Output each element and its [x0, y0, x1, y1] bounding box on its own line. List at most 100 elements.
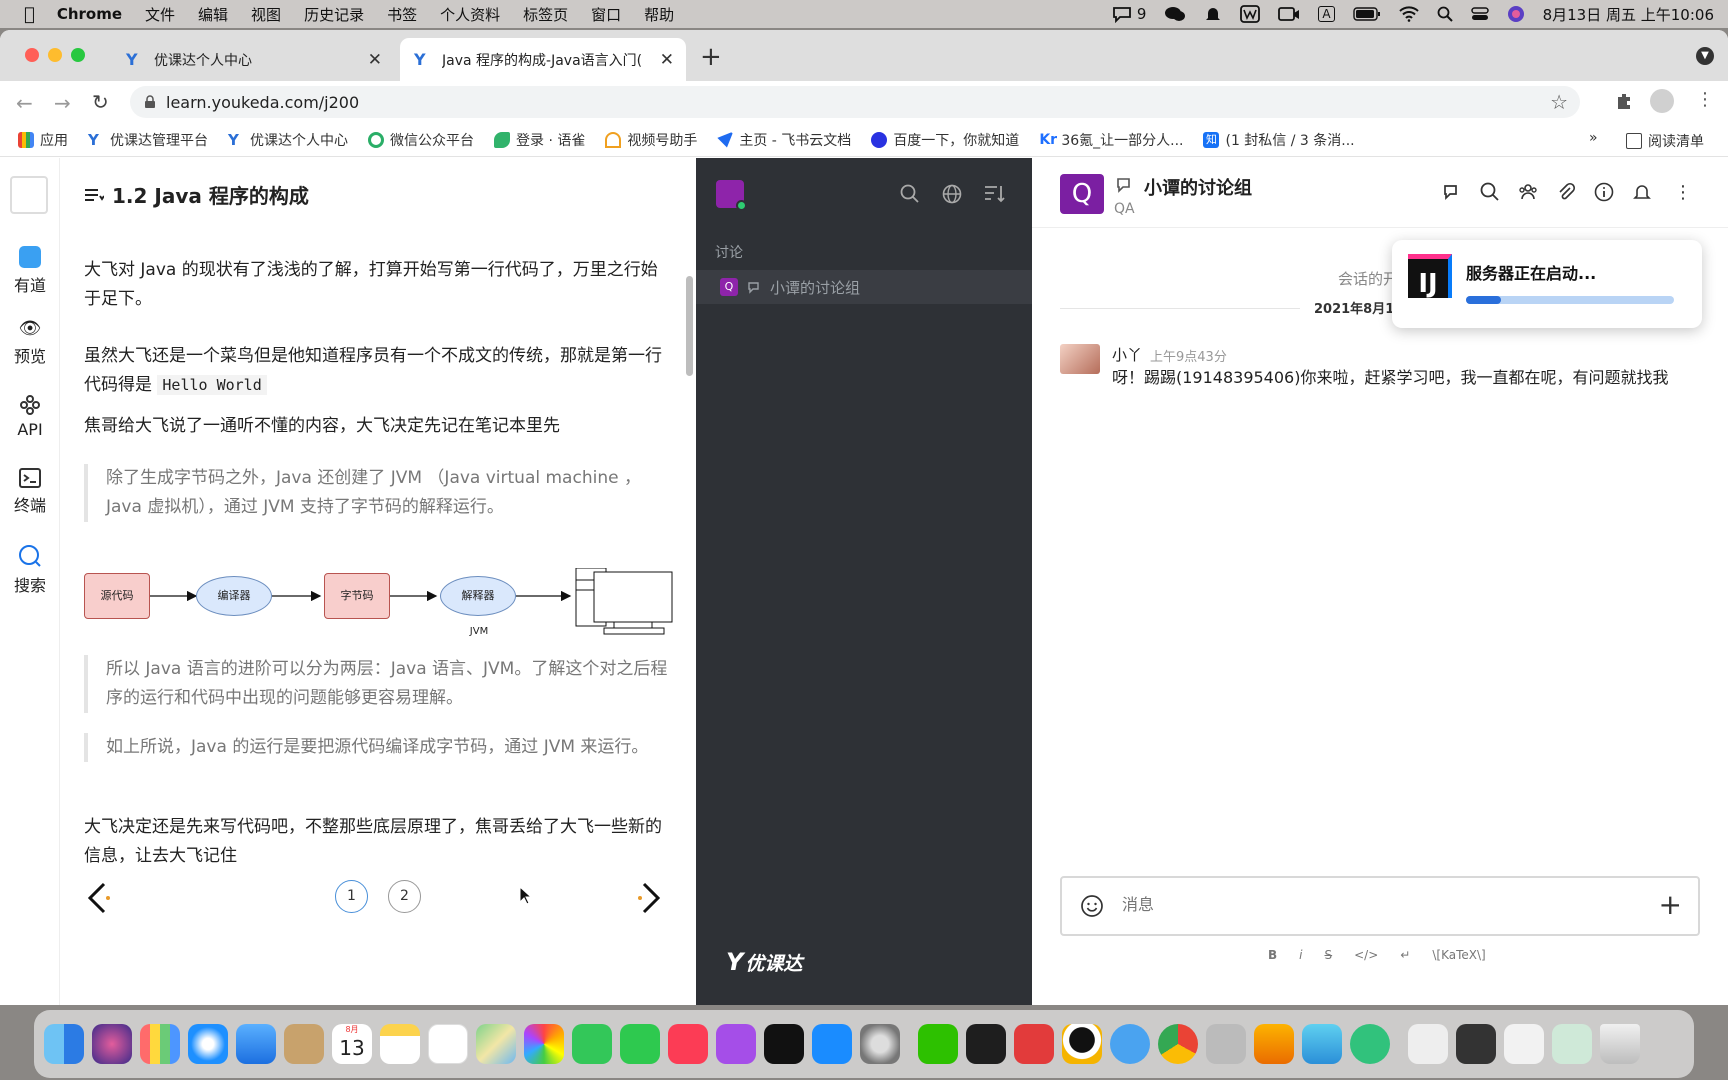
url-text[interactable]: learn.youkeda.com/j200: [166, 93, 359, 112]
chat-bubble-icon[interactable]: 9: [1111, 5, 1146, 23]
close-tab-icon[interactable]: ✕: [660, 50, 674, 70]
bookmark-yuque[interactable]: 登录 · 语雀: [494, 130, 585, 150]
search-icon[interactable]: [1480, 182, 1500, 203]
emoji-icon[interactable]: [1080, 894, 1104, 918]
preview-icon[interactable]: [1206, 1024, 1246, 1064]
bold-button[interactable]: B: [1268, 948, 1277, 962]
archive-icon[interactable]: [1408, 1024, 1448, 1064]
recent-window-icon[interactable]: [1552, 1024, 1592, 1064]
battery-icon[interactable]: [1352, 7, 1381, 21]
sort-icon[interactable]: [984, 184, 1006, 204]
rail-api[interactable]: API: [0, 394, 60, 439]
message-author[interactable]: 小丫: [1112, 344, 1142, 365]
attachment-icon[interactable]: [1556, 182, 1576, 203]
bookmark-baidu[interactable]: 百度一下，你就知道: [871, 130, 1019, 150]
bell-icon[interactable]: [1632, 182, 1652, 203]
zoom-window-button[interactable]: [71, 48, 85, 62]
extensions-icon[interactable]: [1614, 91, 1634, 111]
screen-record-icon[interactable]: [1278, 5, 1300, 23]
reload-icon[interactable]: ↻: [92, 90, 109, 114]
app-menu[interactable]: Chrome: [57, 5, 122, 23]
menu-bookmarks[interactable]: 书签: [387, 4, 417, 25]
members-icon[interactable]: [1518, 182, 1538, 203]
chrome-icon[interactable]: [1158, 1024, 1198, 1064]
italic-button[interactable]: i: [1299, 948, 1302, 962]
page-1-button[interactable]: 1: [335, 880, 368, 913]
code-button[interactable]: </>: [1354, 948, 1378, 962]
bell-icon[interactable]: [1204, 5, 1222, 23]
bookmarks-more[interactable]: »: [1589, 130, 1598, 146]
menu-edit[interactable]: 编辑: [198, 4, 228, 25]
trash-icon[interactable]: [1600, 1024, 1640, 1064]
article-scrollbar[interactable]: [686, 276, 693, 376]
bookmark-youkeda-admin[interactable]: Y 优课达管理平台: [88, 130, 208, 150]
recent-window-icon[interactable]: [1504, 1024, 1544, 1064]
menu-file[interactable]: 文件: [145, 4, 175, 25]
menu-tabs[interactable]: 标签页: [523, 4, 568, 25]
bookmark-36kr[interactable]: Kr 36氪_让一部分人...: [1039, 130, 1183, 150]
messages-icon[interactable]: [572, 1024, 612, 1064]
bookmark-apps[interactable]: 应用: [18, 130, 68, 150]
notes-icon[interactable]: [380, 1024, 420, 1064]
safari-icon[interactable]: [188, 1024, 228, 1064]
photos-icon[interactable]: [524, 1024, 564, 1064]
room-avatar[interactable]: Q: [1060, 174, 1104, 214]
sketch-icon[interactable]: [1254, 1024, 1294, 1064]
menu-history[interactable]: 历史记录: [304, 4, 364, 25]
katex-button[interactable]: \[KaTeX\]: [1432, 948, 1485, 962]
next-page-icon[interactable]: [634, 880, 664, 916]
message-input[interactable]: [1122, 892, 1622, 920]
siri-icon[interactable]: [92, 1024, 132, 1064]
menu-window[interactable]: 窗口: [591, 4, 621, 25]
lock-icon[interactable]: [144, 95, 156, 109]
rail-preview[interactable]: 👁 预览: [0, 318, 60, 367]
chrome-menu-icon[interactable]: ⋮: [1696, 89, 1714, 110]
figma-icon[interactable]: [966, 1024, 1006, 1064]
avatar[interactable]: [1060, 344, 1100, 374]
close-window-button[interactable]: [25, 48, 39, 62]
mail-icon[interactable]: [236, 1024, 276, 1064]
tab-personal-center[interactable]: Y 优课达个人中心 ✕: [112, 38, 394, 81]
feedback-icon[interactable]: [1110, 1024, 1150, 1064]
apple-tv-icon[interactable]: [764, 1024, 804, 1064]
menu-help[interactable]: 帮助: [644, 4, 674, 25]
url-field[interactable]: learn.youkeda.com/j200 ☆: [130, 86, 1580, 118]
apple-icon[interactable]: : [24, 4, 35, 25]
siri-icon[interactable]: [1507, 5, 1525, 23]
back-icon[interactable]: ←: [16, 91, 33, 115]
reading-list[interactable]: 阅读清单: [1626, 131, 1704, 151]
facetime-icon[interactable]: [620, 1024, 660, 1064]
rail-search[interactable]: 搜索: [0, 544, 60, 596]
app-store-icon[interactable]: [812, 1024, 852, 1064]
music-icon[interactable]: [668, 1024, 708, 1064]
profile-avatar[interactable]: [1650, 89, 1674, 113]
launchpad-icon[interactable]: [140, 1024, 180, 1064]
input-method-icon[interactable]: A: [1318, 6, 1335, 22]
rail-youdao[interactable]: 有道: [0, 246, 60, 296]
recent-window-icon[interactable]: [1456, 1024, 1496, 1064]
spotlight-icon[interactable]: [1437, 6, 1453, 22]
control-center-icon[interactable]: [1470, 6, 1489, 22]
new-tab-button[interactable]: +: [700, 42, 722, 72]
tab-java-lesson[interactable]: Y Java 程序的构成-Java语言入门( ✕: [400, 38, 686, 81]
info-icon[interactable]: [1594, 182, 1614, 203]
server-start-toast[interactable]: IJ 服务器正在启动...: [1392, 240, 1702, 328]
outline-menu-icon[interactable]: [84, 187, 104, 203]
kebab-menu-icon[interactable]: ⋮: [1674, 182, 1692, 203]
menu-view[interactable]: 视图: [251, 4, 281, 25]
globe-icon[interactable]: [942, 184, 962, 204]
search-icon[interactable]: [900, 184, 920, 204]
wps-icon[interactable]: [1240, 5, 1261, 23]
calendar-icon[interactable]: 8月 13: [332, 1024, 372, 1064]
prev-page-icon[interactable]: [84, 880, 114, 916]
qq-icon[interactable]: [1062, 1024, 1102, 1064]
logo-square[interactable]: [10, 176, 48, 214]
reminders-icon[interactable]: [428, 1024, 468, 1064]
bookmark-star-icon[interactable]: ☆: [1550, 90, 1568, 114]
newline-button[interactable]: ↵: [1400, 948, 1410, 962]
minimize-window-button[interactable]: [48, 48, 62, 62]
workspace-avatar[interactable]: [716, 180, 747, 211]
wechat-icon[interactable]: [1164, 5, 1186, 23]
strike-button[interactable]: S: [1325, 948, 1333, 962]
podcasts-icon[interactable]: [716, 1024, 756, 1064]
